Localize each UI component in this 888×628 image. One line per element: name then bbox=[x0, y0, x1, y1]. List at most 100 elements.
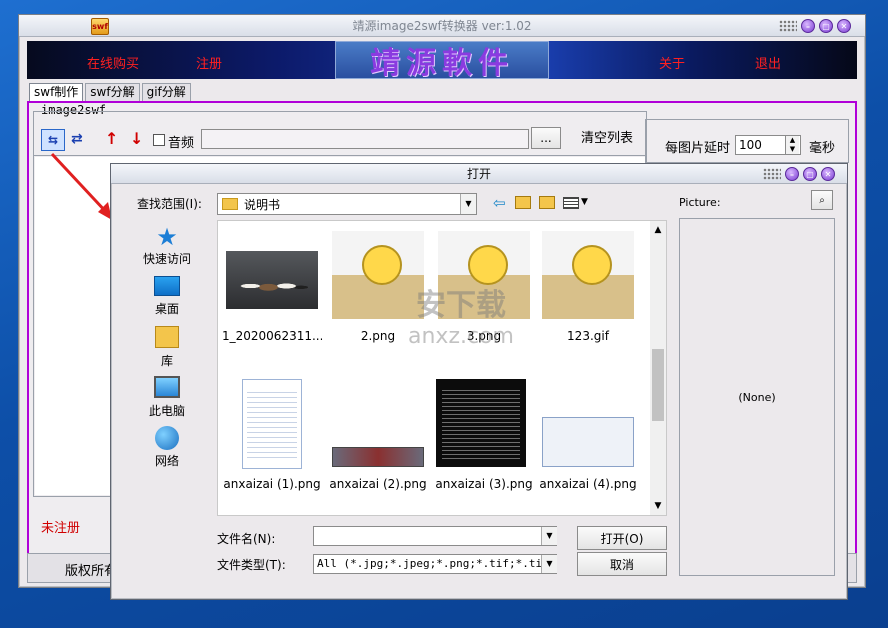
scrollbar-thumb[interactable] bbox=[652, 349, 664, 421]
network-icon bbox=[155, 426, 179, 450]
place-label: 快速访问 bbox=[142, 252, 191, 266]
library-icon bbox=[155, 326, 179, 348]
move-down-icon[interactable]: ↓ bbox=[130, 129, 143, 148]
move-up-icon[interactable]: ↑ bbox=[105, 129, 118, 148]
dialog-caption-buttons: – ▢ ✕ bbox=[763, 167, 835, 181]
scroll-up-icon[interactable]: ▲ bbox=[650, 225, 666, 235]
computer-icon bbox=[154, 376, 180, 398]
file-name: anxaizai (1).png bbox=[223, 477, 321, 491]
open-dialog: 打开 – ▢ ✕ 查找范围(I): 说明书 ▼ ⇦ ▼ ★ 快速访问 桌面 库 … bbox=[110, 163, 848, 600]
star-icon: ★ bbox=[156, 223, 178, 251]
close-button[interactable]: ✕ bbox=[837, 19, 851, 33]
delay-unit: 毫秒 bbox=[809, 141, 836, 156]
file-thumb-console[interactable] bbox=[436, 379, 526, 467]
cat-image bbox=[572, 245, 612, 285]
tab-swf-split[interactable]: swf分解 bbox=[85, 83, 140, 101]
filename-chevron-icon[interactable]: ▼ bbox=[541, 527, 557, 545]
folder-icon bbox=[222, 198, 238, 210]
console-image bbox=[442, 387, 520, 459]
desktop-icon bbox=[154, 276, 180, 296]
file-name: anxaizai (2).png bbox=[329, 477, 427, 491]
about-link[interactable]: 关于 bbox=[659, 53, 685, 72]
preview-label: Picture: bbox=[679, 196, 721, 209]
place-library[interactable]: 库 bbox=[137, 326, 197, 369]
filetype-label: 文件类型(T): bbox=[217, 558, 286, 572]
toolbar-divider bbox=[33, 155, 647, 156]
look-in-value: 说明书 bbox=[244, 197, 281, 212]
file-name: 1_2020062311... bbox=[222, 329, 322, 343]
watermark-subtext: anxz.com bbox=[408, 324, 514, 349]
file-grid-scrollbar[interactable]: ▲ ▼ bbox=[650, 221, 666, 515]
dialog-minimize-button[interactable]: – bbox=[785, 167, 799, 181]
filetype-select[interactable]: All (*.jpg;*.jpeg;*.png;*.tif;*.tiff; bbox=[313, 554, 557, 574]
main-window-title: 靖源image2swf转换器 ver:1.02 bbox=[352, 19, 532, 33]
filename-label: 文件名(N): bbox=[217, 532, 276, 546]
registration-status: 未注册 bbox=[41, 521, 81, 536]
minimize-button[interactable]: – bbox=[801, 19, 815, 33]
filetype-chevron-icon[interactable]: ▼ bbox=[541, 555, 557, 573]
tab-swf-make[interactable]: swf制作 bbox=[29, 83, 84, 101]
dialog-titlebar[interactable]: 打开 bbox=[111, 164, 847, 184]
file-thumb-list-window[interactable] bbox=[242, 379, 302, 469]
scroll-down-icon[interactable]: ▼ bbox=[650, 501, 666, 511]
place-this-pc[interactable]: 此电脑 bbox=[137, 376, 197, 419]
file-thumb-dialog[interactable] bbox=[542, 417, 634, 467]
place-quick-access[interactable]: ★ 快速访问 bbox=[137, 224, 197, 267]
add-files-button[interactable]: ⇆ bbox=[41, 129, 65, 151]
preview-value: (None) bbox=[738, 390, 776, 404]
places-bar: ★ 快速访问 桌面 库 此电脑 网络 bbox=[137, 220, 199, 480]
audio-checkbox[interactable] bbox=[153, 134, 165, 146]
place-label: 网络 bbox=[154, 454, 179, 468]
grip-dots-icon bbox=[763, 168, 781, 180]
place-label: 此电脑 bbox=[148, 404, 185, 418]
exit-link[interactable]: 退出 bbox=[755, 53, 781, 72]
up-folder-icon[interactable] bbox=[515, 196, 531, 209]
watermark: 安下载 anxz.com bbox=[361, 280, 561, 349]
delay-label: 每图片延时 bbox=[665, 141, 731, 156]
audio-path-field[interactable] bbox=[201, 129, 529, 149]
buy-online-link[interactable]: 在线购买 bbox=[87, 53, 139, 72]
delay-stepper[interactable]: ▲ ▼ bbox=[785, 136, 799, 154]
file-thumb-toolbar-strip[interactable] bbox=[332, 447, 424, 467]
watermark-text: 安下载 bbox=[416, 288, 506, 323]
preview-zoom-button[interactable]: ⌕ bbox=[811, 190, 833, 210]
cat-image bbox=[468, 245, 508, 285]
look-in-dropdown[interactable]: 说明书 ▼ bbox=[217, 193, 477, 215]
file-name: anxaizai (3).png bbox=[435, 477, 533, 491]
look-in-label: 查找范围(I): bbox=[137, 197, 202, 211]
place-label: 桌面 bbox=[154, 302, 179, 316]
place-label: 库 bbox=[160, 354, 173, 368]
back-icon[interactable]: ⇦ bbox=[493, 194, 506, 212]
preview-pane: (None) bbox=[679, 218, 835, 576]
grip-dots-icon bbox=[779, 20, 797, 32]
maximize-button[interactable]: ▢ bbox=[819, 19, 833, 33]
cat-image bbox=[362, 245, 402, 285]
filename-input[interactable] bbox=[313, 526, 557, 546]
open-button[interactable]: 打开(O) bbox=[577, 526, 667, 550]
dialog-close-button[interactable]: ✕ bbox=[821, 167, 835, 181]
tab-strip: swf制作 swf分解 gif分解 bbox=[29, 83, 191, 101]
dialog-maximize-button[interactable]: ▢ bbox=[803, 167, 817, 181]
cancel-button[interactable]: 取消 bbox=[577, 552, 667, 576]
register-link[interactable]: 注册 bbox=[196, 53, 222, 72]
view-chevron-icon[interactable]: ▼ bbox=[581, 197, 588, 207]
list-window-image bbox=[247, 388, 297, 458]
browse-audio-button[interactable]: ... bbox=[531, 127, 561, 149]
place-network[interactable]: 网络 bbox=[137, 426, 197, 469]
clear-list-button[interactable]: 清空列表 bbox=[581, 127, 633, 146]
main-titlebar[interactable]: 靖源image2swf转换器 ver:1.02 bbox=[19, 15, 865, 37]
brand-logo-text: 靖源軟件 bbox=[370, 46, 514, 81]
view-menu-icon[interactable] bbox=[563, 197, 579, 209]
file-name: anxaizai (4).png bbox=[539, 477, 637, 491]
file-grid[interactable]: 1_2020062311... 2.png 3.png 123.gif anxa… bbox=[217, 220, 667, 516]
app-icon-text: swf bbox=[92, 22, 108, 31]
brand-logo: 靖源軟件 bbox=[335, 41, 549, 81]
new-folder-icon[interactable] bbox=[539, 196, 555, 209]
tab-gif-split[interactable]: gif分解 bbox=[141, 83, 191, 101]
file-thumb-puppies[interactable] bbox=[226, 251, 318, 309]
remove-files-icon[interactable]: ⇄ bbox=[71, 131, 83, 147]
chevron-down-icon[interactable]: ▼ bbox=[460, 194, 476, 214]
app-icon: swf bbox=[91, 18, 109, 35]
audio-label: 音频 bbox=[168, 136, 195, 151]
place-desktop[interactable]: 桌面 bbox=[137, 276, 197, 317]
